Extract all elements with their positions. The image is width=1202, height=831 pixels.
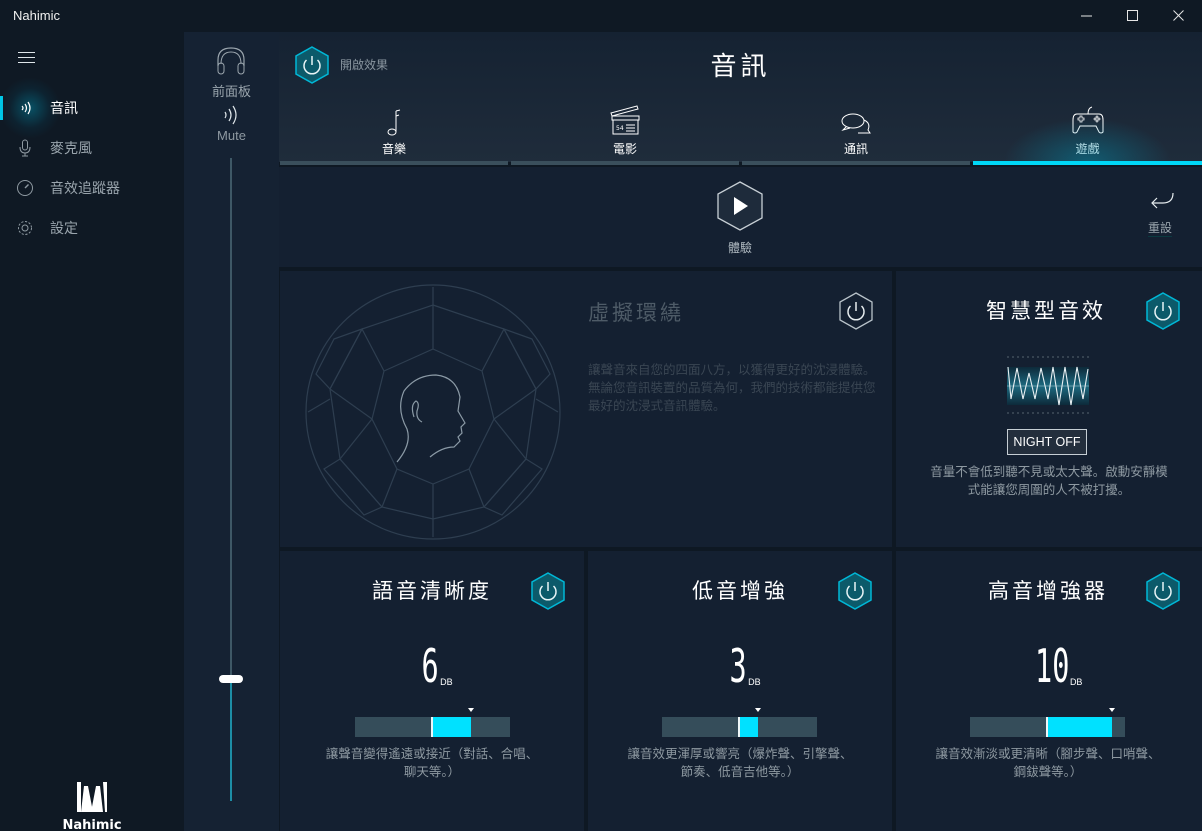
voice-clarity-card: 語音清晰度 6 DB 讓聲音變得遙遠或接近（對話、合唱、聊天等。）	[280, 551, 584, 831]
reset-icon[interactable]	[1149, 191, 1175, 211]
bass-boost-slider[interactable]	[662, 708, 817, 737]
slider-caret-icon[interactable]	[1108, 708, 1115, 712]
music-note-icon	[387, 109, 401, 136]
close-button[interactable]	[1156, 0, 1202, 32]
voice-clarity-power-toggle[interactable]	[530, 572, 566, 610]
surround-power-toggle[interactable]	[838, 292, 874, 330]
volume-slider-thumb[interactable]	[219, 674, 243, 683]
app-title: Nahimic	[13, 8, 60, 23]
treble-boost-value: 10 DB	[1034, 639, 1083, 693]
tab-communication[interactable]: 通訊	[742, 98, 970, 165]
slider-fill	[432, 717, 471, 737]
slider-center-mark	[431, 717, 433, 737]
slider-center-mark	[738, 717, 740, 737]
hamburger-icon[interactable]	[18, 52, 35, 64]
volume-panel: 前面板 Mute	[184, 32, 279, 831]
gauge-icon	[14, 177, 36, 199]
page-title: 音訊	[710, 52, 771, 82]
slider-center-mark	[1046, 717, 1048, 737]
bass-boost-power-toggle[interactable]	[837, 572, 873, 610]
slider-caret-icon[interactable]	[755, 708, 762, 712]
slider-fill	[1047, 717, 1112, 737]
chat-bubbles-icon	[841, 113, 871, 134]
title-bar: Nahimic	[0, 0, 1202, 32]
slider-caret-icon[interactable]	[467, 708, 474, 712]
volume-slider-fill	[230, 678, 232, 801]
voice-clarity-slider[interactable]	[355, 708, 510, 737]
action-bar: 體驗 重設	[279, 167, 1202, 267]
tab-gaming[interactable]: 遊戲	[973, 98, 1202, 165]
smart-volume-card: 智慧型音效 NIGHT OFF 音量不會低到聽不見或太大聲。啟動安靜模式能讓您周…	[896, 271, 1202, 547]
sidebar-item-label: 設定	[50, 221, 78, 237]
header: 開啟效果 音訊 音樂 54 電影 通訊 遊戲	[279, 32, 1202, 165]
smart-volume-description: 音量不會低到聽不見或太大聲。啟動安靜模式能讓您周圍的人不被打擾。	[930, 464, 1168, 497]
clapperboard-icon: 54	[610, 105, 640, 135]
treble-boost-description: 讓音效漸淡或更清晰（腳步聲、口哨聲、鋼鈸聲等。）	[935, 746, 1161, 779]
smart-volume-power-toggle[interactable]	[1145, 292, 1181, 330]
maximize-button[interactable]	[1110, 0, 1156, 32]
play-preview-button[interactable]	[716, 181, 764, 231]
close-icon	[1173, 10, 1184, 21]
surround-description: 讓聲音來自您的四面八方，以獲得更好的沈浸體驗。無論您音訊裝置的品質為何，我們的技…	[588, 362, 876, 413]
mute-label[interactable]: Mute	[184, 128, 279, 143]
maximize-icon	[1127, 10, 1138, 21]
reset-button[interactable]: 重設	[1148, 219, 1173, 237]
voice-clarity-description: 讓聲音變得遙遠或接近（對話、合唱、聊天等。）	[325, 746, 539, 779]
minimize-icon	[1081, 15, 1092, 17]
voice-clarity-value: 6 DB	[421, 639, 453, 693]
treble-boost-power-toggle[interactable]	[1145, 572, 1181, 610]
headphones-icon[interactable]	[215, 46, 247, 76]
sidebar-item-label: 音訊	[50, 101, 78, 117]
device-label: 前面板	[211, 85, 251, 100]
sidebar: 音訊 麥克風 音效追蹤器 設定 Nahimic	[0, 32, 184, 831]
sound-waves-icon	[14, 97, 36, 119]
sidebar-item-label: 音效追蹤器	[50, 181, 120, 197]
svg-text:54: 54	[616, 125, 624, 132]
nahimic-logo-icon	[77, 782, 107, 812]
sidebar-item-microphone[interactable]: 麥克風	[0, 130, 184, 166]
tab-music[interactable]: 音樂	[280, 98, 508, 165]
logo-text: Nahimic	[62, 818, 122, 831]
speaker-waves-icon[interactable]	[222, 104, 240, 126]
bass-boost-card: 低音增強 3 DB 讓音效更渾厚或響亮（爆炸聲、引擎聲、節奏、低音吉他等。）	[588, 551, 892, 831]
sidebar-item-label: 麥克風	[50, 141, 92, 157]
sidebar-item-settings[interactable]: 設定	[0, 210, 184, 246]
minimize-button[interactable]	[1064, 0, 1110, 32]
head-sphere-illustration	[305, 284, 561, 540]
microphone-icon	[14, 137, 36, 159]
surround-card: 虛擬環繞 讓聲音來自您的四面八方，以獲得更好的沈浸體驗。無論您音訊裝置的品質為何…	[280, 271, 892, 547]
play-label: 體驗	[727, 241, 752, 255]
waveform-icon	[1007, 356, 1089, 414]
tab-movie[interactable]: 54 電影	[511, 98, 739, 165]
main-content: 開啟效果 音訊 音樂 54 電影 通訊 遊戲 體驗	[279, 32, 1202, 831]
surround-title: 虛擬環繞	[588, 301, 684, 325]
bass-boost-value: 3 DB	[729, 639, 761, 693]
slider-fill	[739, 717, 759, 737]
treble-boost-slider[interactable]	[970, 708, 1125, 737]
nahimic-logo: Nahimic	[60, 780, 124, 831]
night-mode-button[interactable]: NIGHT OFF	[1007, 429, 1087, 455]
bass-boost-description: 讓音效更渾厚或響亮（爆炸聲、引擎聲、節奏、低音吉他等。）	[627, 746, 853, 779]
sidebar-item-audio[interactable]: 音訊	[0, 76, 184, 140]
treble-boost-card: 高音增強器 10 DB 讓音效漸淡或更清晰（腳步聲、口哨聲、鋼鈸聲等。）	[896, 551, 1202, 831]
gear-icon	[14, 217, 36, 239]
sidebar-item-sound-tracker[interactable]: 音效追蹤器	[0, 170, 184, 206]
